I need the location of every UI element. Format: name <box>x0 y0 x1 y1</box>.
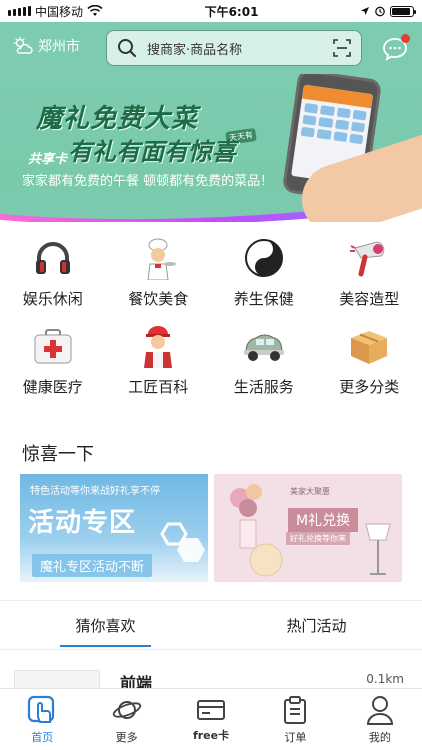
category-label: 生活服务 <box>233 378 294 396</box>
category-medical[interactable]: 健康医疗 <box>0 316 106 404</box>
top-header: 郑州市 搜商家·商品名称 <box>0 22 422 74</box>
category-more[interactable]: 更多分类 <box>317 316 422 404</box>
nav-label: free卡 <box>192 728 230 742</box>
craftsman-icon <box>134 324 182 368</box>
search-icon <box>118 39 137 58</box>
status-time: 下午6:01 <box>204 4 259 19</box>
headphones-icon <box>29 236 77 280</box>
promo-left-title: 活动专区 <box>28 508 137 538</box>
category-label: 娱乐休闲 <box>22 290 83 308</box>
promo-m-gift-exchange[interactable]: 美家大聚惠 M礼兑换 好礼兑换等你来 <box>214 474 402 582</box>
location-arrow-icon <box>361 7 369 15</box>
weather-cloud-sun-icon <box>14 37 33 54</box>
tab-guess-you-like[interactable]: 猜你喜欢 <box>0 601 211 649</box>
promo-banner[interactable]: 魔礼免费大菜 共享卡 天天有 有礼有面有惊喜 家家都有免费的午餐 顿顿都有免费的… <box>0 74 422 222</box>
promo-left-subtitle: 魔礼专区活动不断 <box>32 554 153 577</box>
battery-icon <box>390 5 416 17</box>
lamp-decoration <box>365 523 391 575</box>
box-icon <box>345 324 393 368</box>
category-label: 餐饮美食 <box>128 290 189 308</box>
category-life-service[interactable]: 生活服务 <box>211 316 317 404</box>
first-aid-kit-icon <box>29 324 77 368</box>
category-label: 更多分类 <box>339 378 400 396</box>
banner-subtitle: 家家都有免费的午餐 顿顿都有免费的菜品！ <box>22 174 274 189</box>
nav-orders[interactable]: 订单 <box>253 689 337 750</box>
search-input[interactable]: 搜商家·商品名称 <box>147 39 323 58</box>
carrier-label: 中国移动 <box>35 4 84 19</box>
search-bar[interactable]: 搜商家·商品名称 <box>106 30 362 66</box>
nav-label: 更多 <box>115 730 138 744</box>
promo-left-caption: 特色活动等你来战好礼享不停 <box>30 486 160 497</box>
promo-right-caption: 美家大聚惠 <box>290 487 330 496</box>
city-label: 郑州市 <box>38 39 80 55</box>
content-tabs: 猜你喜欢 热门活动 <box>0 600 422 650</box>
category-label: 养生保健 <box>233 290 294 308</box>
category-label: 美容造型 <box>339 290 400 308</box>
nav-label: 我的 <box>368 730 391 744</box>
category-grid: 娱乐休闲 餐饮美食 养生保健 美容造型 健康医疗 工匠百科 生活服务 更多分类 <box>0 228 422 404</box>
section-title: 惊喜一下 <box>22 444 94 465</box>
banner-headline: 魔礼免费大菜 <box>36 104 199 134</box>
clipboard-icon <box>284 695 307 724</box>
category-craftsman[interactable]: 工匠百科 <box>106 316 212 404</box>
flower-vase-decoration <box>230 484 283 577</box>
card-icon <box>197 699 226 720</box>
hexagon-decoration <box>160 522 205 562</box>
category-label: 健康医疗 <box>22 378 83 396</box>
nav-more[interactable]: 更多 <box>84 689 168 750</box>
nav-label: 首页 <box>31 730 54 744</box>
signal-icon <box>8 6 31 16</box>
banner-badge: 共享卡 <box>28 152 68 167</box>
category-entertainment[interactable]: 娱乐休闲 <box>0 228 106 316</box>
category-food[interactable]: 餐饮美食 <box>106 228 212 316</box>
chef-icon <box>134 236 182 280</box>
city-selector[interactable]: 郑州市 <box>12 36 80 56</box>
promo-activity-zone[interactable]: 特色活动等你来战好礼享不停 活动专区 魔礼专区活动不断 <box>20 474 208 582</box>
yin-yang-icon <box>240 236 288 280</box>
nav-profile[interactable]: 我的 <box>338 689 422 750</box>
category-wellness[interactable]: 养生保健 <box>211 228 317 316</box>
nav-home[interactable]: 首页 <box>0 689 84 750</box>
wifi-icon <box>87 5 103 16</box>
nav-label: 订单 <box>284 730 307 744</box>
hair-dryer-icon <box>345 236 393 280</box>
tab-hot-activities[interactable]: 热门活动 <box>211 601 422 649</box>
alarm-icon <box>375 6 385 17</box>
home-hand-icon <box>28 695 55 723</box>
banner-headline-2: 有礼有面有惊喜 <box>68 138 236 166</box>
promo-right-subtitle: 好礼兑换等你来 <box>286 532 350 545</box>
scan-icon[interactable] <box>333 39 351 57</box>
category-beauty[interactable]: 美容造型 <box>317 228 422 316</box>
promo-right-title: M礼兑换 <box>288 508 359 532</box>
status-bar: 中国移动 下午6:01 <box>0 0 422 22</box>
merchant-distance: 0.1km <box>366 672 404 686</box>
car-icon <box>240 324 288 368</box>
category-label: 工匠百科 <box>128 378 189 396</box>
message-button[interactable] <box>382 34 410 64</box>
nav-free-card[interactable]: free卡 <box>169 689 253 750</box>
planet-icon <box>112 700 141 719</box>
notification-dot <box>401 34 410 43</box>
bottom-nav: 首页 更多 free卡 订单 我的 <box>0 688 422 750</box>
user-icon <box>366 695 393 725</box>
